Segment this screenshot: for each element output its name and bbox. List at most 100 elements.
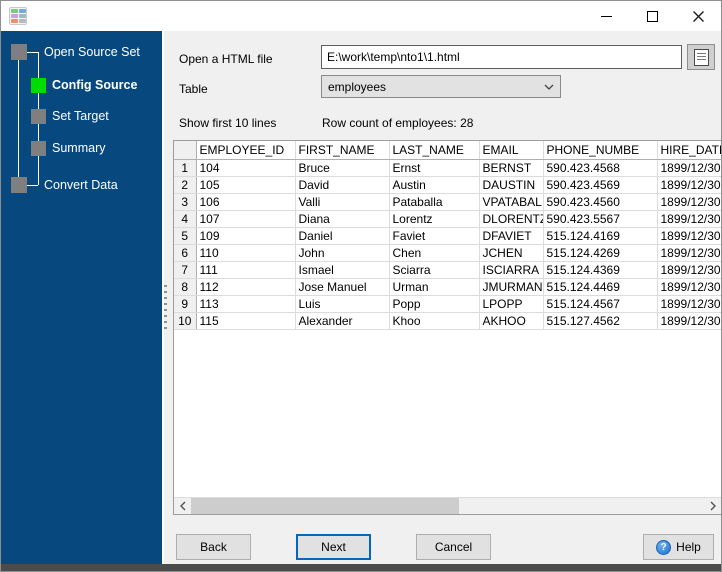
data-cell[interactable]: 1899/12/30 (657, 160, 722, 177)
row-number-cell[interactable]: 10 (174, 313, 196, 330)
table-row: 4107DianaLorentzDLORENTZ590.423.55671899… (174, 211, 722, 228)
data-cell[interactable]: 105 (196, 177, 295, 194)
browse-button[interactable] (687, 44, 715, 70)
data-cell[interactable]: David (295, 177, 389, 194)
column-header-employee_id[interactable]: EMPLOYEE_ID (196, 141, 295, 160)
data-cell[interactable]: Chen (389, 245, 479, 262)
row-number-cell[interactable]: 6 (174, 245, 196, 262)
data-cell[interactable]: 110 (196, 245, 295, 262)
row-number-cell[interactable]: 4 (174, 211, 196, 228)
data-cell[interactable]: JCHEN (479, 245, 543, 262)
back-button[interactable]: Back (176, 534, 251, 560)
data-cell[interactable]: 590.423.4569 (543, 177, 657, 194)
data-cell[interactable]: Austin (389, 177, 479, 194)
row-number-cell[interactable]: 8 (174, 279, 196, 296)
help-button[interactable]: ? Help (643, 534, 714, 560)
row-number-cell[interactable]: 5 (174, 228, 196, 245)
table-row: 7111IsmaelSciarraISCIARRA515.124.4369189… (174, 262, 722, 279)
column-header-last_name[interactable]: LAST_NAME (389, 141, 479, 160)
data-cell[interactable]: 111 (196, 262, 295, 279)
scrollbar-thumb[interactable] (191, 498, 459, 514)
data-cell[interactable]: Jose Manuel (295, 279, 389, 296)
data-cell[interactable]: Valli (295, 194, 389, 211)
data-cell[interactable]: Urman (389, 279, 479, 296)
column-header-first_name[interactable]: FIRST_NAME (295, 141, 389, 160)
splitter-handle[interactable] (164, 285, 167, 333)
data-cell[interactable]: 1899/12/30 (657, 194, 722, 211)
data-cell[interactable]: 515.124.4369 (543, 262, 657, 279)
table-label: Table (179, 82, 208, 96)
data-cell[interactable]: Popp (389, 296, 479, 313)
data-cell[interactable]: ISCIARRA (479, 262, 543, 279)
data-cell[interactable]: LPOPP (479, 296, 543, 313)
cancel-button[interactable]: Cancel (416, 534, 491, 560)
tree-connector-line (27, 185, 38, 186)
horizontal-scrollbar[interactable] (174, 497, 721, 514)
maximize-button[interactable] (629, 1, 675, 31)
data-cell[interactable]: 104 (196, 160, 295, 177)
column-header-phone_numbe[interactable]: PHONE_NUMBE (543, 141, 657, 160)
row-number-cell[interactable]: 9 (174, 296, 196, 313)
data-cell[interactable]: Sciarra (389, 262, 479, 279)
data-cell[interactable]: 1899/12/30 (657, 177, 722, 194)
row-number-cell[interactable]: 2 (174, 177, 196, 194)
data-cell[interactable]: 515.124.4567 (543, 296, 657, 313)
data-cell[interactable]: 112 (196, 279, 295, 296)
scroll-left-button[interactable] (174, 498, 191, 514)
data-cell[interactable]: 515.124.4169 (543, 228, 657, 245)
data-cell[interactable]: 1899/12/30 (657, 296, 722, 313)
data-cell[interactable]: 106 (196, 194, 295, 211)
data-cell[interactable]: 590.423.4568 (543, 160, 657, 177)
data-cell[interactable]: JMURMAN (479, 279, 543, 296)
cancel-button-label: Cancel (435, 540, 472, 554)
row-number-cell[interactable]: 3 (174, 194, 196, 211)
data-cell[interactable]: 590.423.5567 (543, 211, 657, 228)
data-cell[interactable]: AKHOO (479, 313, 543, 330)
data-cell[interactable]: 515.127.4562 (543, 313, 657, 330)
data-cell[interactable]: Khoo (389, 313, 479, 330)
data-cell[interactable]: 115 (196, 313, 295, 330)
row-number-cell[interactable]: 7 (174, 262, 196, 279)
data-cell[interactable]: DLORENTZ (479, 211, 543, 228)
sidebar-step-convert-data: Convert Data (44, 178, 118, 193)
data-cell[interactable]: DFAVIET (479, 228, 543, 245)
next-button[interactable]: Next (296, 534, 371, 560)
column-header-email[interactable]: EMAIL (479, 141, 543, 160)
data-cell[interactable]: 107 (196, 211, 295, 228)
data-cell[interactable]: 515.124.4469 (543, 279, 657, 296)
table-select[interactable]: employees (321, 75, 561, 98)
row-number-cell[interactable]: 1 (174, 160, 196, 177)
data-cell[interactable]: 1899/12/30 (657, 313, 722, 330)
file-path-input[interactable] (321, 45, 682, 69)
data-cell[interactable]: Luis (295, 296, 389, 313)
data-cell[interactable]: 590.423.4560 (543, 194, 657, 211)
data-cell[interactable]: Lorentz (389, 211, 479, 228)
data-cell[interactable]: 1899/12/30 (657, 228, 722, 245)
data-cell[interactable]: Daniel (295, 228, 389, 245)
scroll-right-button[interactable] (704, 498, 721, 514)
data-cell[interactable]: 1899/12/30 (657, 245, 722, 262)
data-cell[interactable]: Faviet (389, 228, 479, 245)
data-cell[interactable]: 515.124.4269 (543, 245, 657, 262)
data-cell[interactable]: VPATABAL (479, 194, 543, 211)
data-cell[interactable]: 109 (196, 228, 295, 245)
data-cell[interactable]: BERNST (479, 160, 543, 177)
table-row: 3106ValliPataballaVPATABAL590.423.456018… (174, 194, 722, 211)
data-cell[interactable]: Alexander (295, 313, 389, 330)
column-header-hire_date[interactable]: HIRE_DATE (657, 141, 722, 160)
data-cell[interactable]: DAUSTIN (479, 177, 543, 194)
active-step-marker-icon (31, 78, 46, 93)
minimize-button[interactable] (583, 1, 629, 31)
data-cell[interactable]: 1899/12/30 (657, 279, 722, 296)
data-cell[interactable]: Pataballa (389, 194, 479, 211)
data-cell[interactable]: Ismael (295, 262, 389, 279)
row-number-header[interactable] (174, 141, 196, 160)
data-cell[interactable]: John (295, 245, 389, 262)
data-cell[interactable]: Diana (295, 211, 389, 228)
close-button[interactable] (675, 1, 722, 31)
data-cell[interactable]: Bruce (295, 160, 389, 177)
data-cell[interactable]: Ernst (389, 160, 479, 177)
data-cell[interactable]: 113 (196, 296, 295, 313)
data-cell[interactable]: 1899/12/30 (657, 211, 722, 228)
data-cell[interactable]: 1899/12/30 (657, 262, 722, 279)
